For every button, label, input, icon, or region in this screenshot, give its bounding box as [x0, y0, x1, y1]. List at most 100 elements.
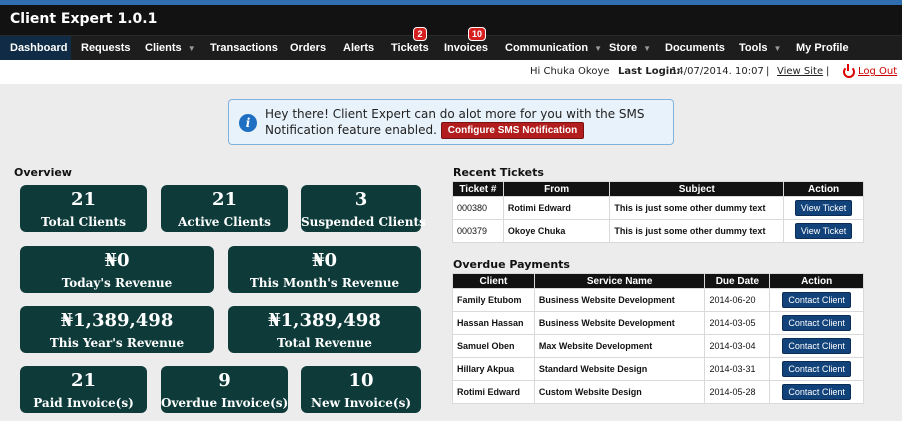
overdue-service: Business Website Development — [533, 288, 706, 312]
nav-invoices-label: Invoices — [444, 42, 489, 54]
nav-alerts-label: Alerts — [343, 42, 375, 54]
overdue-action-cell: Contact Client — [769, 357, 864, 381]
ticket-from: Rotimi Edward — [502, 196, 611, 220]
overdue-client: Hillary Akpua — [452, 357, 535, 381]
table-row: Family Etubom Business Website Developme… — [452, 288, 864, 312]
overdue-action-cell: Contact Client — [769, 311, 864, 335]
contact-client-button[interactable]: Contact Client — [782, 315, 851, 331]
table-row: Hillary Akpua Standard Website Design 20… — [452, 357, 864, 381]
logout-link[interactable]: Log Out — [858, 66, 897, 77]
stat-value: ₦0 — [311, 250, 338, 271]
stat-value: 3 — [354, 189, 368, 210]
stat-value: ₦0 — [104, 250, 130, 271]
overdue-due-date: 2014-05-28 — [704, 380, 771, 404]
power-icon[interactable] — [843, 64, 855, 78]
nav-tickets[interactable]: Tickets 2 — [391, 27, 429, 61]
stat-label: New Invoice(s) — [310, 396, 412, 410]
today-revenue-card: ₦0 Today's Revenue — [20, 246, 214, 293]
nav-communication[interactable]: Communication ▼ — [505, 36, 602, 61]
nav-dashboard-label: Dashboard — [10, 42, 68, 54]
ticket-action-cell: View Ticket — [783, 219, 864, 243]
sms-notice: i Hey there! Client Expert can do alot m… — [228, 99, 674, 145]
nav-requests[interactable]: Requests — [81, 36, 131, 61]
overdue-invoices-card: 9 Overdue Invoice(s) — [161, 366, 288, 413]
title-bar: Client Expert 1.0.1 — [0, 5, 902, 35]
overdue-client: Family Etubom — [452, 288, 535, 312]
contact-client-button[interactable]: Contact Client — [782, 292, 851, 308]
stat-value: 10 — [348, 370, 374, 391]
column-header: Subject — [609, 181, 785, 197]
nav-invoices[interactable]: Invoices 10 — [444, 27, 489, 61]
nav-alerts[interactable]: Alerts — [343, 36, 374, 61]
view-ticket-button[interactable]: View Ticket — [794, 223, 853, 239]
ticket-subject: This is just some other dummy text — [609, 196, 785, 220]
ticket-from: Okoye Chuka — [502, 219, 611, 243]
info-icon: i — [239, 114, 257, 132]
overdue-due-date: 2014-03-04 — [704, 334, 771, 358]
overdue-service: Standard Website Design — [533, 357, 706, 381]
nav-store[interactable]: Store ▼ — [609, 36, 651, 61]
overdue-action-cell: Contact Client — [769, 288, 864, 312]
nav-documents-label: Documents — [665, 42, 725, 54]
tickets-count-badge: 2 — [413, 27, 427, 41]
nav-dashboard[interactable]: Dashboard — [0, 36, 71, 61]
stat-value: 9 — [218, 370, 231, 391]
user-bar: Hi Chuka Okoye Last Login: 14/07/2014. 1… — [0, 60, 902, 84]
column-header: Due Date — [704, 273, 771, 289]
stat-label: This Month's Revenue — [249, 276, 400, 290]
column-header: Action — [783, 181, 864, 197]
chevron-down-icon: ▼ — [773, 44, 782, 53]
table-row: 000379 Okoye Chuka This is just some oth… — [452, 219, 864, 243]
stat-label: Today's Revenue — [61, 276, 173, 290]
configure-sms-button[interactable]: Configure SMS Notification — [440, 122, 585, 139]
nav-my-profile[interactable]: My Profile — [796, 36, 849, 61]
contact-client-button[interactable]: Contact Client — [782, 361, 851, 377]
stat-value: 21 — [70, 370, 97, 391]
overdue-due-date: 2014-03-31 — [704, 357, 771, 381]
chevron-down-icon: ▼ — [643, 44, 652, 53]
last-login-value: 14/07/2014. 10:07 — [671, 66, 764, 77]
nav-transactions[interactable]: Transactions — [210, 36, 278, 61]
column-header: Action — [769, 273, 864, 289]
view-ticket-button[interactable]: View Ticket — [794, 200, 853, 216]
overdue-due-date: 2014-03-05 — [704, 311, 771, 335]
overdue-service: Custom Website Design — [533, 380, 706, 404]
overdue-payments-title: Overdue Payments — [453, 258, 570, 271]
view-site-link[interactable]: View Site — [777, 66, 823, 77]
nav-documents[interactable]: Documents — [665, 36, 725, 61]
recent-tickets-table: Ticket # From Subject Action 000380 Roti… — [452, 181, 864, 243]
table-row: Hassan Hassan Business Website Developme… — [452, 311, 864, 335]
overdue-due-date: 2014-06-20 — [704, 288, 771, 312]
user-greeting: Hi Chuka Okoye — [530, 66, 610, 77]
chevron-down-icon: ▼ — [594, 44, 603, 53]
stat-label: Total Clients — [41, 215, 126, 229]
nav-tickets-label: Tickets — [391, 42, 429, 54]
suspended-clients-card: 3 Suspended Clients — [301, 185, 426, 232]
column-header: Service Name — [533, 273, 706, 289]
paid-invoices-card: 21 Paid Invoice(s) — [20, 366, 147, 413]
nav-requests-label: Requests — [81, 42, 131, 54]
new-invoices-card: 10 New Invoice(s) — [301, 366, 421, 413]
contact-client-button[interactable]: Contact Client — [782, 338, 851, 354]
table-row: 000380 Rotimi Edward This is just some o… — [452, 196, 864, 220]
nav-tools-label: Tools — [739, 42, 768, 54]
month-revenue-card: ₦0 This Month's Revenue — [228, 246, 421, 293]
stat-value: 21 — [211, 189, 238, 210]
nav-tools[interactable]: Tools ▼ — [739, 36, 781, 61]
nav-clients[interactable]: Clients ▼ — [145, 36, 196, 61]
total-clients-card: 21 Total Clients — [20, 185, 147, 232]
stat-value: ₦1,389,498 — [268, 310, 381, 331]
contact-client-button[interactable]: Contact Client — [782, 384, 851, 400]
column-header: Client — [452, 273, 535, 289]
ticket-id: 000380 — [452, 196, 504, 220]
overview-title: Overview — [14, 166, 72, 179]
column-header: From — [502, 181, 611, 197]
app-title: Client Expert 1.0.1 — [10, 11, 158, 27]
stat-label: This Year's Revenue — [49, 336, 185, 350]
overdue-client: Rotimi Edward — [452, 380, 535, 404]
table-row: Samuel Oben Max Website Development 2014… — [452, 334, 864, 358]
year-revenue-card: ₦1,389,498 This Year's Revenue — [20, 306, 214, 353]
stat-label: Total Revenue — [277, 336, 372, 350]
overdue-action-cell: Contact Client — [769, 334, 864, 358]
nav-orders[interactable]: Orders — [290, 36, 326, 61]
